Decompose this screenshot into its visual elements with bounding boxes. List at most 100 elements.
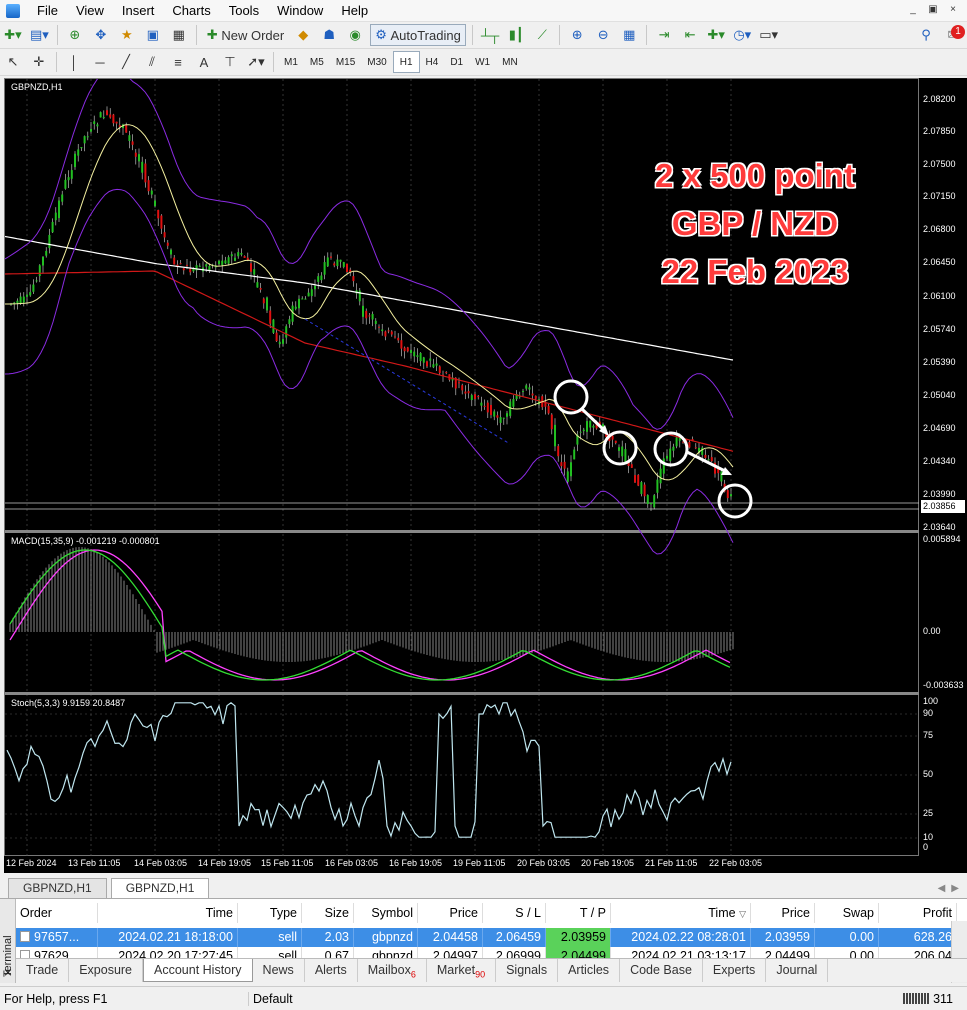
cell-order: 97657... (34, 930, 80, 944)
col-close-time[interactable]: Time ▽ (611, 903, 751, 923)
time-tick: 20 Feb 03:05 (517, 858, 571, 868)
tab-mailbox[interactable]: Mailbox6 (358, 959, 427, 982)
tab-scroll-right-icon[interactable]: ▶ (949, 883, 967, 898)
price-scale: 2.08200 2.07850 2.07500 2.07150 2.06800 … (919, 78, 967, 856)
menu-file[interactable]: File (28, 3, 67, 18)
tab-articles[interactable]: Articles (558, 959, 621, 982)
indicators-icon[interactable]: ✚▾ (705, 24, 727, 46)
tab-market[interactable]: Market90 (427, 959, 497, 982)
col-close-price[interactable]: Price (751, 903, 815, 923)
line-chart-icon[interactable]: ⟋ (531, 24, 553, 46)
autotrading-button[interactable]: ⚙ AutoTrading (370, 24, 466, 46)
menu-window[interactable]: Window (268, 3, 332, 18)
profiles-icon[interactable]: ▤▾ (28, 24, 51, 46)
timeframe-m30[interactable]: M30 (361, 51, 392, 73)
navigator-icon[interactable]: ★ (116, 24, 138, 46)
tester-icon[interactable]: ▦ (168, 24, 190, 46)
tab-exposure[interactable]: Exposure (69, 959, 144, 982)
market-watch-icon[interactable]: ⊕ (64, 24, 86, 46)
trendline-icon[interactable]: ╱ (115, 51, 137, 73)
new-chart-icon[interactable]: ✚▾ (2, 24, 24, 46)
menu-help[interactable]: Help (332, 3, 377, 18)
close-icon[interactable]: × (945, 3, 961, 18)
new-order-button[interactable]: ✚ New Order (203, 24, 288, 46)
horizontal-line-icon[interactable]: ─ (89, 51, 111, 73)
tab-scroll-left-icon[interactable]: ◀ (934, 883, 950, 898)
zoom-in-icon[interactable]: ⊕ (566, 24, 588, 46)
timeframe-m1[interactable]: M1 (278, 51, 304, 73)
text-label-icon[interactable]: ⊤ (219, 51, 241, 73)
tab-code-base[interactable]: Code Base (620, 959, 703, 982)
menu-tools[interactable]: Tools (220, 3, 268, 18)
chart-canvas[interactable] (5, 79, 920, 857)
col-swap[interactable]: Swap (815, 903, 879, 923)
col-open-time[interactable]: Time (98, 903, 238, 923)
timeframe-d1[interactable]: D1 (444, 51, 469, 73)
price-tick: 2.08200 (923, 94, 956, 104)
tab-alerts[interactable]: Alerts (305, 959, 358, 982)
bar-chart-icon[interactable]: ┴┬ (479, 24, 501, 46)
crosshair-icon[interactable]: ✛ (28, 51, 50, 73)
stoch-tick: 90 (923, 708, 934, 718)
col-tp[interactable]: T / P (546, 903, 611, 923)
data-window-icon[interactable]: ✥ (90, 24, 112, 46)
metaeditor-icon[interactable]: ◆ (292, 24, 314, 46)
chart-tabs: GBPNZD,H1 GBPNZD,H1 ◀ ▶ (4, 876, 967, 898)
macd-tick: -0.003633 (923, 680, 964, 690)
tab-journal[interactable]: Journal (766, 959, 829, 982)
status-traffic: 311 (933, 991, 953, 1006)
menu-charts[interactable]: Charts (163, 3, 219, 18)
current-price-label: 2.03856 (921, 500, 965, 513)
col-open-price[interactable]: Price (418, 903, 483, 923)
col-type[interactable]: Type (238, 903, 302, 923)
arrows-icon[interactable]: ➚▾ (245, 51, 267, 73)
tab-experts[interactable]: Experts (703, 959, 767, 982)
timeframe-h4[interactable]: H4 (420, 51, 445, 73)
tab-account-history[interactable]: Account History (143, 959, 253, 982)
menu-insert[interactable]: Insert (113, 3, 164, 18)
stoch-tick: 25 (923, 808, 934, 818)
chart-tab-2[interactable]: GBPNZD,H1 (110, 878, 210, 898)
timeframe-m5[interactable]: M5 (304, 51, 330, 73)
price-tick: 2.03640 (923, 522, 956, 532)
tab-news[interactable]: News (253, 959, 305, 982)
tab-signals[interactable]: Signals (496, 959, 559, 982)
col-symbol[interactable]: Symbol (354, 903, 418, 923)
timeframe-m15[interactable]: M15 (330, 51, 361, 73)
autoscroll-icon[interactable]: ⇥ (653, 24, 675, 46)
terminal-sidebar: ✕ Terminal (0, 899, 16, 983)
menu-view[interactable]: View (67, 3, 113, 18)
periods-icon[interactable]: ◷▾ (731, 24, 753, 46)
candlestick-icon[interactable]: ▮┃ (505, 24, 527, 46)
cursor-icon[interactable]: ↖ (2, 51, 24, 73)
chart-window[interactable]: GBPNZD,H1 MACD(15,35,9) -0.001219 -0.000… (4, 78, 920, 857)
fibonacci-icon[interactable]: ≡ (167, 51, 189, 73)
symbol-label: GBPNZD,H1 (11, 82, 63, 92)
col-sl[interactable]: S / L (483, 903, 546, 923)
col-size[interactable]: Size (302, 903, 354, 923)
col-order[interactable]: Order (16, 903, 98, 923)
timeframe-w1[interactable]: W1 (469, 51, 496, 73)
terminal-icon[interactable]: ▣ (142, 24, 164, 46)
minimize-icon[interactable]: _ (905, 3, 921, 18)
templates-icon[interactable]: ▭▾ (757, 24, 780, 46)
price-tick: 2.07850 (923, 126, 956, 136)
overlay-line-3: 22 Feb 2023 (661, 253, 849, 290)
vertical-line-icon[interactable]: │ (63, 51, 85, 73)
restore-icon[interactable]: ▣ (925, 3, 941, 18)
tile-windows-icon[interactable]: ▦ (618, 24, 640, 46)
equidistant-channel-icon[interactable]: ⫽ (141, 51, 163, 73)
col-profit[interactable]: Profit (879, 903, 957, 923)
signal-icon[interactable]: ◉ (344, 24, 366, 46)
tab-trade[interactable]: Trade (16, 959, 70, 982)
timeframe-h1[interactable]: H1 (392, 51, 420, 73)
chart-shift-icon[interactable]: ⇤ (679, 24, 701, 46)
notifications-button[interactable]: ✉1 (941, 24, 965, 46)
vps-icon[interactable]: ☗ (318, 24, 340, 46)
text-icon[interactable]: A (193, 51, 215, 73)
table-row[interactable]: 97657... 2024.02.21 18:18:00 sell 2.03 g… (16, 928, 957, 947)
search-icon[interactable]: ⚲ (915, 24, 937, 46)
timeframe-mn[interactable]: MN (496, 51, 524, 73)
chart-tab-1[interactable]: GBPNZD,H1 (8, 878, 107, 898)
zoom-out-icon[interactable]: ⊖ (592, 24, 614, 46)
